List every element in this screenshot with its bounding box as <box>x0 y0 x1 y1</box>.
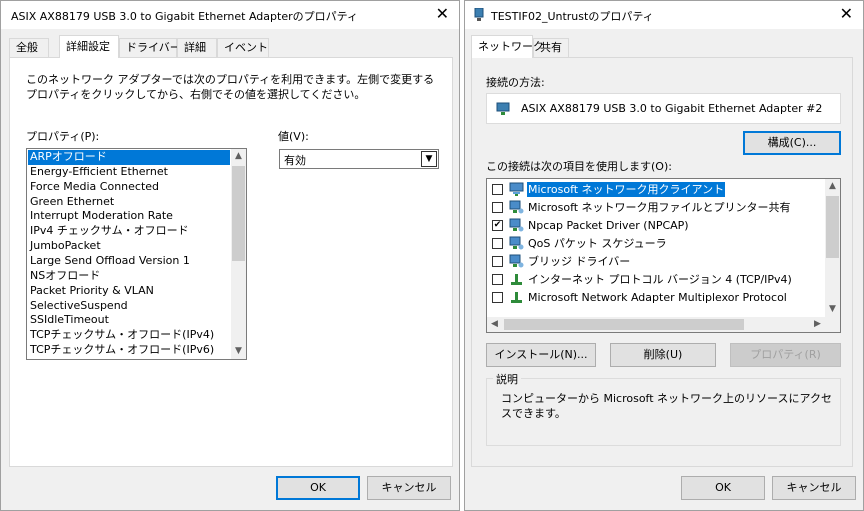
tab-networking[interactable]: ネットワーク <box>471 35 544 58</box>
component-label: Microsoft Network Adapter Multiplexor Pr… <box>528 291 787 304</box>
component-label: ブリッジ ドライバー <box>528 255 631 268</box>
protocol-icon <box>509 272 524 287</box>
configure-button[interactable]: 構成(C)... <box>743 131 841 155</box>
hscroll-thumb[interactable] <box>504 319 744 330</box>
property-list-item[interactable]: JumboPacket <box>28 239 230 254</box>
component-checkbox[interactable] <box>492 184 503 195</box>
scroll-right-icon[interactable]: ▶ <box>810 317 825 332</box>
scroll-down-icon[interactable]: ▼ <box>231 344 246 359</box>
network-service-icon <box>509 218 524 233</box>
property-list-item[interactable]: SelectiveSuspend <box>28 299 230 314</box>
scroll-thumb[interactable] <box>232 166 245 261</box>
component-checkbox[interactable] <box>492 202 503 213</box>
component-checkbox[interactable] <box>492 256 503 267</box>
value-dropdown[interactable]: 有効 ▼ <box>279 149 439 169</box>
cancel-button[interactable]: キャンセル <box>367 476 451 500</box>
property-list-item[interactable]: Energy-Efficient Ethernet <box>28 165 230 180</box>
components-label: この接続は次の項目を使用します(O): <box>486 160 672 173</box>
protocol-icon <box>509 290 524 305</box>
title-bar: ASIX AX88179 USB 3.0 to Gigabit Ethernet… <box>1 1 459 29</box>
network-client-icon <box>509 182 524 197</box>
property-list-item[interactable]: Green Ethernet <box>28 195 230 210</box>
connection-properties-dialog: TESTIF02_Untrustのプロパティ ✕ ネットワーク 共有 接続の方法… <box>464 0 864 511</box>
tab-general[interactable]: 全般 <box>9 38 49 57</box>
install-button[interactable]: インストール(N)... <box>486 343 596 367</box>
scroll-down-icon[interactable]: ▼ <box>825 302 840 317</box>
panel-description: このネットワーク アダプターでは次のプロパティを利用できます。左側で変更するプロ… <box>26 73 435 101</box>
scroll-corner <box>825 317 840 332</box>
component-checkbox[interactable] <box>492 274 503 285</box>
networking-panel: 接続の方法: ASIX AX88179 USB 3.0 to Gigabit E… <box>471 57 853 467</box>
tab-details[interactable]: 詳細 <box>177 38 217 57</box>
dialog-title: ASIX AX88179 USB 3.0 to Gigabit Ethernet… <box>11 10 358 23</box>
property-list-item[interactable]: Large Send Offload Version 1 <box>28 254 230 269</box>
property-list-item[interactable]: Interrupt Moderation Rate <box>28 209 230 224</box>
properties-button: プロパティ(R) <box>730 343 841 367</box>
connect-using-label: 接続の方法: <box>486 76 545 89</box>
component-label: Microsoft ネットワーク用クライアント <box>527 182 726 197</box>
component-checkbox[interactable] <box>492 292 503 303</box>
ok-button[interactable]: OK <box>276 476 360 500</box>
property-list-item[interactable]: SSIdleTimeout <box>28 313 230 328</box>
uninstall-button[interactable]: 削除(U) <box>610 343 716 367</box>
network-adapter-icon <box>473 7 485 22</box>
network-service-icon <box>509 254 524 269</box>
component-label: Microsoft ネットワーク用ファイルとプリンター共有 <box>528 201 791 214</box>
component-label: Npcap Packet Driver (NPCAP) <box>528 219 689 232</box>
components-vscrollbar[interactable]: ▲ ▼ <box>825 179 840 317</box>
property-list-item[interactable]: TCPチェックサム・オフロード(IPv4) <box>28 328 230 343</box>
property-label: プロパティ(P): <box>26 130 100 143</box>
tab-advanced[interactable]: 詳細設定 <box>59 35 119 58</box>
scroll-left-icon[interactable]: ◀ <box>487 317 502 332</box>
close-icon[interactable]: ✕ <box>840 4 853 24</box>
components-list[interactable]: ▲ ▼ ◀ ▶ Microsoft ネットワーク用クライアント Microsoft… <box>486 178 841 333</box>
tab-driver[interactable]: ドライバー <box>119 38 181 57</box>
ok-button[interactable]: OK <box>681 476 765 500</box>
network-adapter-icon <box>496 102 510 116</box>
adapter-name: ASIX AX88179 USB 3.0 to Gigabit Ethernet… <box>521 102 823 115</box>
property-list-scrollbar[interactable]: ▲ ▼ <box>231 149 246 359</box>
chevron-down-icon[interactable]: ▼ <box>421 151 437 167</box>
adapter-box: ASIX AX88179 USB 3.0 to Gigabit Ethernet… <box>486 93 841 124</box>
property-list-item[interactable]: Packet Priority & VLAN <box>28 284 230 299</box>
value-selected: 有効 <box>284 154 306 167</box>
dialog-title: TESTIF02_Untrustのプロパティ <box>491 10 654 23</box>
adapter-properties-dialog: ASIX AX88179 USB 3.0 to Gigabit Ethernet… <box>0 0 460 511</box>
description-group: 説明 コンピューターから Microsoft ネットワーク上のリソースにアクセス… <box>486 371 841 446</box>
cancel-button[interactable]: キャンセル <box>772 476 856 500</box>
description-group-label: 説明 <box>493 371 521 387</box>
advanced-panel: このネットワーク アダプターでは次のプロパティを利用できます。左側で変更するプロ… <box>9 57 453 467</box>
property-list-item[interactable]: Force Media Connected <box>28 180 230 195</box>
scroll-up-icon[interactable]: ▲ <box>231 149 246 164</box>
tab-events[interactable]: イベント <box>217 38 269 57</box>
property-list[interactable]: ▲ ▼ ARPオフロード Energy-Efficient Ethernet For… <box>26 148 247 360</box>
description-text: コンピューターから Microsoft ネットワーク上のリソースにアクセスできま… <box>501 392 832 420</box>
components-hscrollbar[interactable]: ◀ ▶ <box>487 317 825 332</box>
property-list-item[interactable]: TCPチェックサム・オフロード(IPv6) <box>28 343 230 358</box>
scroll-thumb[interactable] <box>826 196 839 258</box>
component-checkbox[interactable] <box>492 238 503 249</box>
property-list-item[interactable]: IPv4 チェックサム・オフロード <box>28 224 230 239</box>
component-label: QoS パケット スケジューラ <box>528 237 667 250</box>
scroll-up-icon[interactable]: ▲ <box>825 179 840 194</box>
close-icon[interactable]: ✕ <box>436 4 449 24</box>
property-list-item[interactable]: NSオフロード <box>28 269 230 284</box>
component-checkbox[interactable]: ✔ <box>492 220 503 231</box>
property-list-item[interactable]: ARPオフロード <box>28 150 230 165</box>
network-service-icon <box>509 236 524 251</box>
component-label: インターネット プロトコル バージョン 4 (TCP/IPv4) <box>528 273 792 286</box>
title-bar: TESTIF02_Untrustのプロパティ ✕ <box>465 1 863 29</box>
network-service-icon <box>509 200 524 215</box>
value-label: 値(V): <box>278 130 309 143</box>
